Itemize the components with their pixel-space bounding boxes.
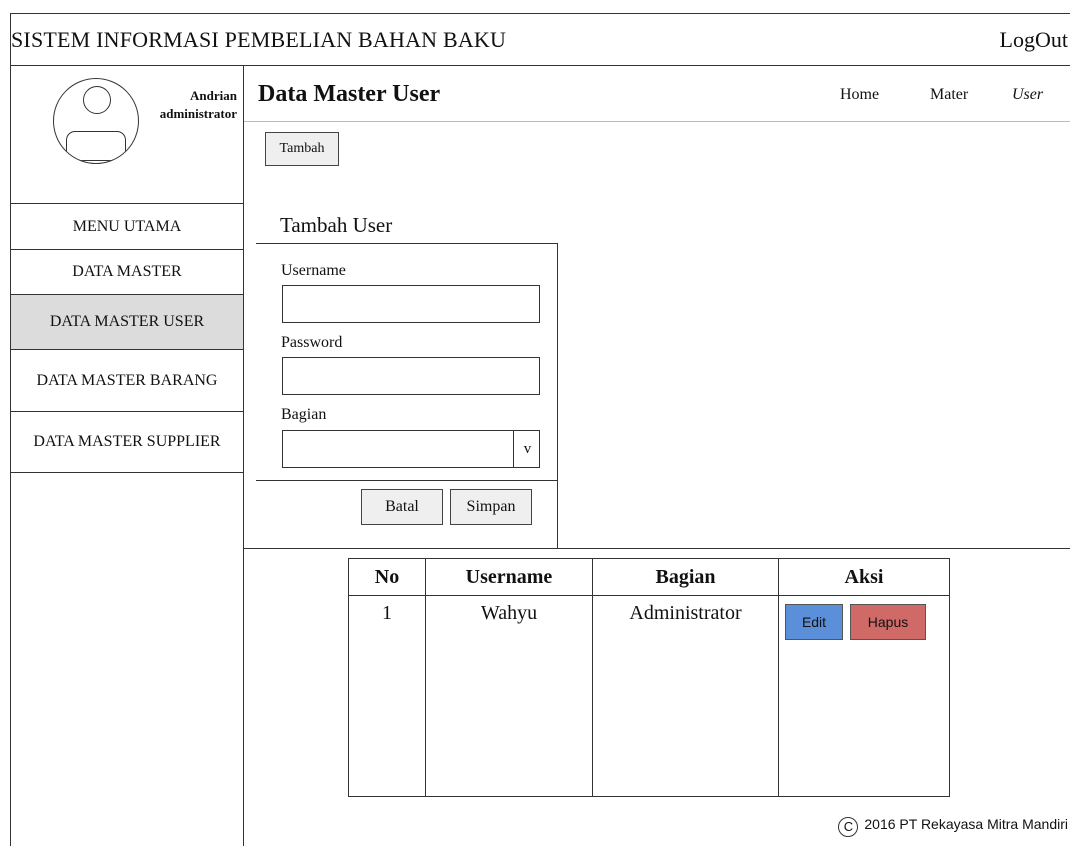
add-button[interactable]: Tambah <box>265 132 339 166</box>
sidebar-item-label: DATA MASTER SUPPLIER <box>33 433 221 450</box>
cell-bagian-value: Administrator <box>629 602 742 624</box>
bagian-label: Bagian <box>281 406 327 423</box>
cell-username: Wahyu <box>425 595 593 797</box>
edit-button[interactable]: Edit <box>785 604 843 640</box>
sidebar-item-label: DATA MASTER <box>72 263 182 280</box>
user-role: administrator <box>159 106 237 121</box>
cell-no: 1 <box>348 595 426 797</box>
cell-bagian: Administrator <box>592 595 779 797</box>
footer: C 2016 PT Rekayasa Mitra Mandiri <box>838 816 1068 837</box>
delete-button[interactable]: Hapus <box>850 604 926 640</box>
username-field[interactable] <box>282 285 540 323</box>
header-divider <box>244 121 1070 122</box>
column-header-no: No <box>348 558 426 596</box>
logout-link[interactable]: LogOut <box>1000 27 1068 53</box>
app-window: SISTEM INFORMASI PEMBELIAN BAHAN BAKU Lo… <box>0 0 1070 846</box>
form-title: Tambah User <box>280 213 393 237</box>
avatar-body-shape <box>66 131 126 161</box>
column-header-bagian: Bagian <box>592 558 779 596</box>
footer-text: 2016 PT Rekayasa Mitra Mandiri <box>864 816 1068 832</box>
sidebar-item-menu-utama[interactable]: MENU UTAMA <box>11 203 243 249</box>
column-header-aksi: Aksi <box>778 558 950 596</box>
cancel-button[interactable]: Batal <box>361 489 443 525</box>
table-header-row: No Username Bagian Aksi <box>348 558 950 596</box>
column-header-username: Username <box>425 558 593 596</box>
sidebar-item-label: DATA MASTER USER <box>49 313 205 330</box>
username-label: Username <box>281 262 346 279</box>
content-divider <box>244 548 1070 549</box>
sidebar-item-label: MENU UTAMA <box>72 217 182 235</box>
breadcrumb-home[interactable]: Home <box>840 86 879 104</box>
copyright-icon: C <box>838 817 859 837</box>
save-button[interactable]: Simpan <box>450 489 532 525</box>
bagian-select[interactable]: v <box>282 430 540 468</box>
user-table: No Username Bagian Aksi 1 Wahyu Administ… <box>348 558 950 797</box>
breadcrumb-master[interactable]: Mater <box>930 86 968 104</box>
sidebar-item-data-master-supplier[interactable]: DATA MASTER SUPPLIER <box>11 411 243 473</box>
user-name: Andrian <box>190 88 237 103</box>
cell-no-value: 1 <box>382 602 392 624</box>
password-field[interactable] <box>282 357 540 395</box>
password-label: Password <box>281 334 343 351</box>
top-bar: SISTEM INFORMASI PEMBELIAN BAHAN BAKU Lo… <box>10 13 1070 66</box>
chevron-down-icon[interactable]: v <box>513 431 541 467</box>
sidebar-item-data-master[interactable]: DATA MASTER <box>11 249 243 294</box>
user-profile: Andrian administrator <box>11 66 243 203</box>
sidebar-item-data-master-barang[interactable]: DATA MASTER BARANG <box>11 349 243 411</box>
breadcrumb-user[interactable]: User <box>1012 86 1043 104</box>
app-title: SISTEM INFORMASI PEMBELIAN BAHAN BAKU <box>11 27 507 52</box>
cell-username-value: Wahyu <box>480 602 538 624</box>
form-divider <box>256 480 558 481</box>
page-title: Data Master User <box>258 81 441 107</box>
sidebar-item-data-master-user[interactable]: DATA MASTER USER <box>11 294 243 349</box>
sidebar-item-label: DATA MASTER BARANG <box>36 371 218 389</box>
sidebar: Andrian administrator MENU UTAMA DATA MA… <box>10 66 244 846</box>
